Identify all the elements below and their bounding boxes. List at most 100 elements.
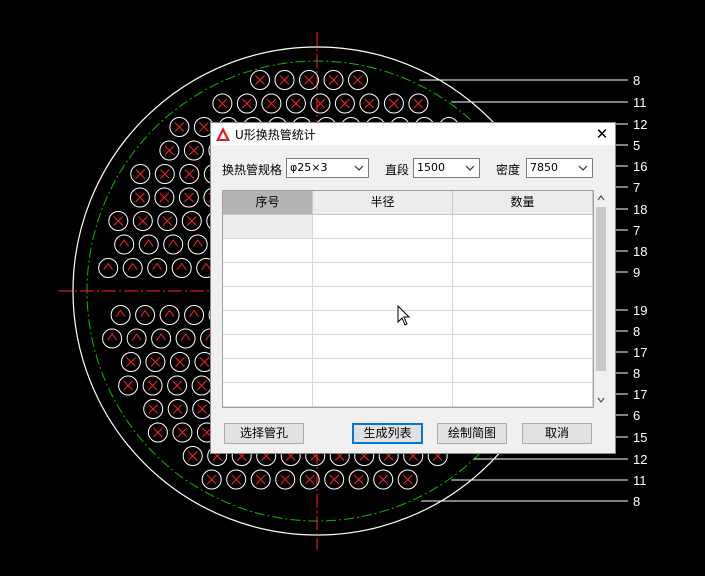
close-icon: ✕ [595,125,609,143]
table-cell[interactable] [223,263,313,287]
row-count-label: 16 [633,159,647,174]
table-cell[interactable] [223,287,313,311]
table-cell[interactable] [223,239,313,263]
tube-hole [163,234,184,255]
tube-mark [304,75,314,85]
table-cell[interactable] [223,359,313,383]
tube-mark [176,262,187,271]
tube-mark [255,75,265,85]
tube-mark [291,98,301,109]
column-header-quantity[interactable]: 数量 [453,191,593,215]
scroll-down-icon[interactable] [594,392,608,408]
row-count-label: 5 [633,138,640,153]
table-cell[interactable] [223,311,313,335]
table-cell[interactable] [453,311,593,335]
tube-hole [122,258,143,278]
tube-mark [177,427,188,438]
tube-mark [172,404,183,414]
row-count-label: 12 [633,452,647,467]
straight-length-label: 直段 [385,163,410,177]
scroll-up-icon[interactable] [594,190,608,206]
tube-mark [266,98,277,109]
dialog-title: U形换热管统计 [235,128,316,142]
table-cell[interactable] [453,263,593,287]
tube-mark [242,98,252,109]
chevron-down-icon [578,165,588,171]
tube-mark [413,98,424,109]
table-cell[interactable] [313,311,453,335]
straight-length-value: 1500 [417,161,445,174]
tube-mark [184,192,194,203]
tube-spec-value: φ25×3 [290,161,328,174]
density-label: 密度 [496,163,521,177]
tube-mark [123,380,133,391]
tube-hole [102,328,123,349]
tube-mark [126,357,136,367]
row-count-label: 17 [633,387,647,402]
tube-spec-label: 换热管规格 [222,163,283,177]
table-cell[interactable] [313,383,453,407]
density-select[interactable]: 7850 [526,158,593,178]
tube-mark [159,169,170,179]
tube-mark [107,333,118,341]
table-cell[interactable] [313,287,453,311]
close-button[interactable]: ✕ [591,124,613,144]
table-vertical-scrollbar[interactable] [594,190,608,408]
table-cell[interactable] [453,215,593,239]
tube-mark [328,75,339,85]
tube-hole [147,258,168,278]
table-cell[interactable] [313,335,453,359]
generate-list-button[interactable]: 生成列表 [352,423,423,444]
select-tube-holes-button[interactable]: 选择管孔 [224,423,304,444]
tube-mark [156,333,167,341]
row-count-label: 17 [633,345,647,360]
dialog-titlebar[interactable]: U形换热管统计 ✕ [211,123,615,145]
tube-mark [255,474,266,485]
tube-mark [389,98,399,109]
tube-mark [174,122,185,132]
tube-mark [197,404,208,414]
straight-length-select[interactable]: 1500 [413,158,480,178]
table-cell[interactable] [223,383,313,407]
tube-mark [164,145,175,156]
row-count-label: 11 [633,473,647,488]
tube-mark [175,357,185,367]
tube-mark [152,262,163,271]
tube-mark [164,309,175,318]
tube-mark [113,216,124,226]
tube-hole [114,234,135,255]
tube-spec-select[interactable]: φ25×3 [286,158,369,178]
tube-mark [217,98,228,109]
density-value: 7850 [530,161,558,174]
column-header-radius[interactable]: 半径 [313,191,453,215]
autocad-logo-icon [216,127,230,141]
tube-mark [329,474,340,485]
table-cell[interactable] [313,215,453,239]
table-cell[interactable] [313,239,453,263]
tube-hole [151,328,172,349]
tube-mark [279,75,290,85]
tube-mark [353,474,364,485]
column-header-index[interactable]: 序号 [223,191,313,215]
tube-mark [153,427,163,438]
table-cell[interactable] [223,215,313,239]
table-cell[interactable] [313,359,453,383]
table-cell[interactable] [453,287,593,311]
draw-sketch-button[interactable]: 绘制简图 [437,423,507,444]
tube-mark [189,309,199,318]
statistics-table[interactable]: 序号 半径 数量 [222,190,594,408]
table-cell[interactable] [453,239,593,263]
row-count-label: 8 [633,366,640,381]
cancel-button[interactable]: 取消 [522,423,592,444]
tube-hole [138,234,159,255]
scrollbar-thumb[interactable] [596,207,606,371]
table-cell[interactable] [453,335,593,359]
table-cell[interactable] [313,263,453,287]
table-cell[interactable] [453,359,593,383]
tube-mark [135,169,146,179]
table-cell[interactable] [223,335,313,359]
table-cell[interactable] [453,383,593,407]
tube-mark [127,262,138,271]
row-count-label: 8 [633,324,640,339]
tube-mark [135,192,145,203]
